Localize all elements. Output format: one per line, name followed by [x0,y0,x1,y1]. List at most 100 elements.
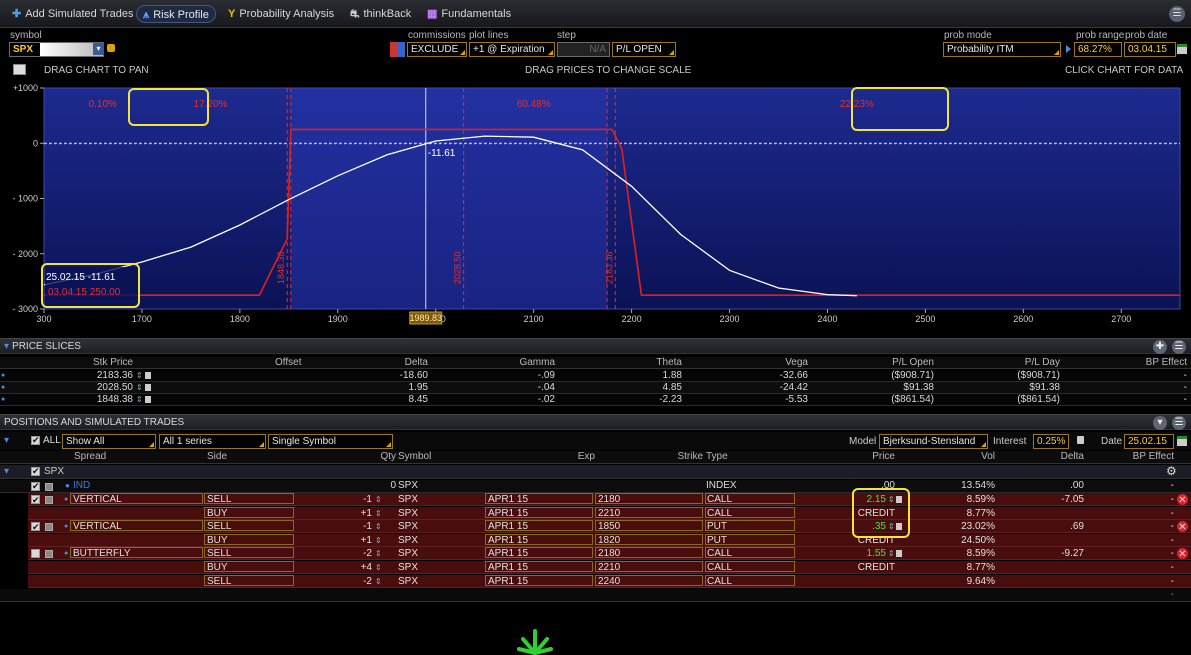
tab-bar: ✚ Add Simulated Trades ⩚ Risk Profile Y Pro… [0,0,1191,28]
trade-checkbox[interactable] [31,521,40,534]
pl-mode-select[interactable]: P/L OPEN [612,42,676,57]
positions-menu-icon[interactable]: ☰ [1172,416,1186,430]
price-slice-row[interactable]: ● 2183.36 -18.60 -.09 1.88 -32.66 ($908.71) ($9… [0,370,1191,382]
trade-row[interactable]: ●VERTICALSELL-1⇕SPXAPR1 152180CALL2.15⇕8… [28,493,1191,507]
qty-spinner-icon[interactable]: ⇕ [375,561,382,574]
prob-range-input[interactable]: 68.27% [1074,42,1122,57]
trade-bp: - [1170,507,1174,519]
trade-row[interactable]: BUY +1 ⇕ SPX APR1 15 2210 CALL CREDIT 8.77% - [28,506,1191,520]
slice-delta: -18.60 [399,370,428,381]
group-checkbox[interactable] [31,466,40,477]
trade-toggle[interactable] [45,550,53,559]
qty-spinner-icon[interactable]: ⇕ [375,534,382,547]
menu-icon[interactable]: ☰ [1169,6,1185,22]
trade-symbol: SPX [398,534,419,546]
calendar-icon[interactable] [1177,44,1187,54]
tab-probability-analysis[interactable]: Y Probability Analysis [222,5,340,23]
x-tick-label: 2100 [524,314,544,324]
group-row-spx[interactable]: ▾ SPX ⚙ [0,464,1191,479]
prob-date-input[interactable]: 03.04.15 [1124,42,1176,57]
positions-collapse-icon[interactable]: ▾ [1153,416,1167,430]
add-slice-icon[interactable]: ✚ [1153,340,1167,354]
trade-row[interactable]: ● BUTTERFLY SELL -2 ⇕ SPX APR1 15 2180 CALL 1.55 ⇕… [28,547,1191,561]
remove-trade-icon[interactable]: ✕ [1177,521,1188,533]
ind-checkbox[interactable] [31,481,40,492]
trade-row[interactable]: BUY +1 ⇕ SPX APR1 15 1820 PUT CREDIT 24.50% - [28,533,1191,547]
slice-gamma: -.04 [537,382,555,393]
all-checkbox[interactable] [31,435,40,446]
qty-spinner-icon[interactable]: ⇕ [375,493,382,506]
plot-lines-label: plot lines [469,30,509,41]
price-spinner-icon[interactable]: ⇕ [888,547,895,560]
spinner-icon[interactable]: ⇕ [136,370,143,382]
chart-settings-icon[interactable] [13,64,26,75]
color-settings-icon[interactable] [390,42,405,57]
trade-checkbox[interactable] [31,549,40,559]
symbol-dropdown-icon[interactable]: ▾ [93,43,104,55]
trade-row[interactable]: BUY +4 ⇕ SPX APR1 15 2210 CALL CREDIT 8.77% - [28,561,1191,574]
ind-row[interactable]: ● IND 0 SPX INDEX .00 13.54% .00 - [0,480,1191,493]
slices-menu-icon[interactable]: ☰ [1172,340,1186,354]
trade-type: PUT [707,521,727,533]
remove-trade-icon[interactable]: ✕ [1177,494,1188,506]
symbol-input[interactable]: SPX [9,42,104,57]
qty-spinner-icon[interactable]: ⇕ [375,547,382,560]
lock-icon[interactable] [1077,436,1084,444]
profit-zone [290,88,608,309]
trade-toggle[interactable] [45,496,53,504]
trade-toggle[interactable] [45,523,53,532]
trade-strike: 2210 [598,507,621,519]
tab-add-simulated-trades[interactable]: ✚ Add Simulated Trades [6,5,139,23]
trade-row[interactable]: ●VERTICALSELL-1⇕SPXAPR1 151850PUT.35⇕23.… [28,520,1191,534]
calendar-icon[interactable] [1177,436,1187,446]
filter-symbol[interactable]: Single Symbol [268,434,393,449]
play-icon[interactable] [1066,45,1071,53]
model-select[interactable]: Bjerksund-Stensland [879,434,988,449]
filter-show-all[interactable]: Show All [62,434,156,449]
interest-input[interactable]: 0.25% [1033,434,1069,449]
price-slices-header[interactable]: ▾ PRICE SLICES ✚ ☰ [0,338,1191,354]
trade-checkbox[interactable] [31,494,40,507]
spinner-icon[interactable]: ⇕ [136,382,143,394]
plot-lines-select[interactable]: +1 @ Expiration [469,42,555,57]
lock-icon[interactable] [145,396,151,403]
trade-symbol: SPX [398,562,419,573]
lock-icon[interactable] [145,372,151,379]
slice-stk: 2028.50 [96,382,133,393]
slice-pl-open: ($861.54) [891,394,934,405]
x-tick-label: 1800 [230,314,250,324]
qty-spinner-icon[interactable]: ⇕ [375,575,382,588]
lock-icon[interactable] [145,384,151,391]
remove-trade-icon[interactable]: ✕ [1177,548,1188,560]
gear-icon[interactable]: ⚙ [1166,464,1177,478]
trade-row[interactable]: SELL -2 ⇕ SPX APR1 15 2240 CALL 9.64% - [28,574,1191,588]
tab-risk-profile[interactable]: ⩚ Risk Profile [136,5,216,23]
filter-series[interactable]: All 1 series [159,434,266,449]
qty-spinner-icon[interactable]: ⇕ [375,520,382,533]
spinner-icon[interactable]: ⇕ [136,394,143,406]
tab-fundamentals[interactable]: ▦ Fundamentals [421,5,517,23]
commissions-select[interactable]: EXCLUDE [407,42,467,57]
prob-range-label: prob range [1076,30,1125,41]
date-input[interactable]: 25.02.15 [1124,434,1174,449]
price-slice-row[interactable]: ● 2028.50 1.95 -.04 4.85 -24.42 $91.38 $91.38 - ⇕ [0,382,1191,394]
positions-expand-icon[interactable]: ▾ [4,435,9,446]
qty-spinner-icon[interactable]: ⇕ [375,507,382,520]
trade-vol: 24.50% [961,534,995,546]
positions-column-header: Spread Side Qty Symbol Exp Strike Type P… [0,451,1191,464]
positions-header[interactable]: POSITIONS AND SIMULATED TRADES ▾ ☰ [0,414,1191,430]
lock-icon[interactable] [896,550,902,558]
tab-thinkback[interactable]: ⛐ thinkBack [344,5,417,23]
trade-side: BUY [207,534,228,546]
step-input[interactable]: N/A [557,42,610,57]
price-slice-row[interactable]: ● 1848.38 8.45 -.02 -2.23 -5.53 ($861.54) ($861… [0,394,1191,406]
prob-mode-select[interactable]: Probability ITM [943,42,1061,57]
collapse-icon[interactable]: ▾ [4,341,9,352]
slice-pl-open: ($908.71) [891,370,934,381]
ind-toggle[interactable] [45,483,53,491]
trade-exp: APR1 15 [488,494,529,505]
current-price-label: 1989.83 [409,313,442,323]
trade-strike: 2240 [598,575,621,587]
group-expand-icon[interactable]: ▾ [4,466,9,477]
link-icon[interactable] [107,44,115,52]
